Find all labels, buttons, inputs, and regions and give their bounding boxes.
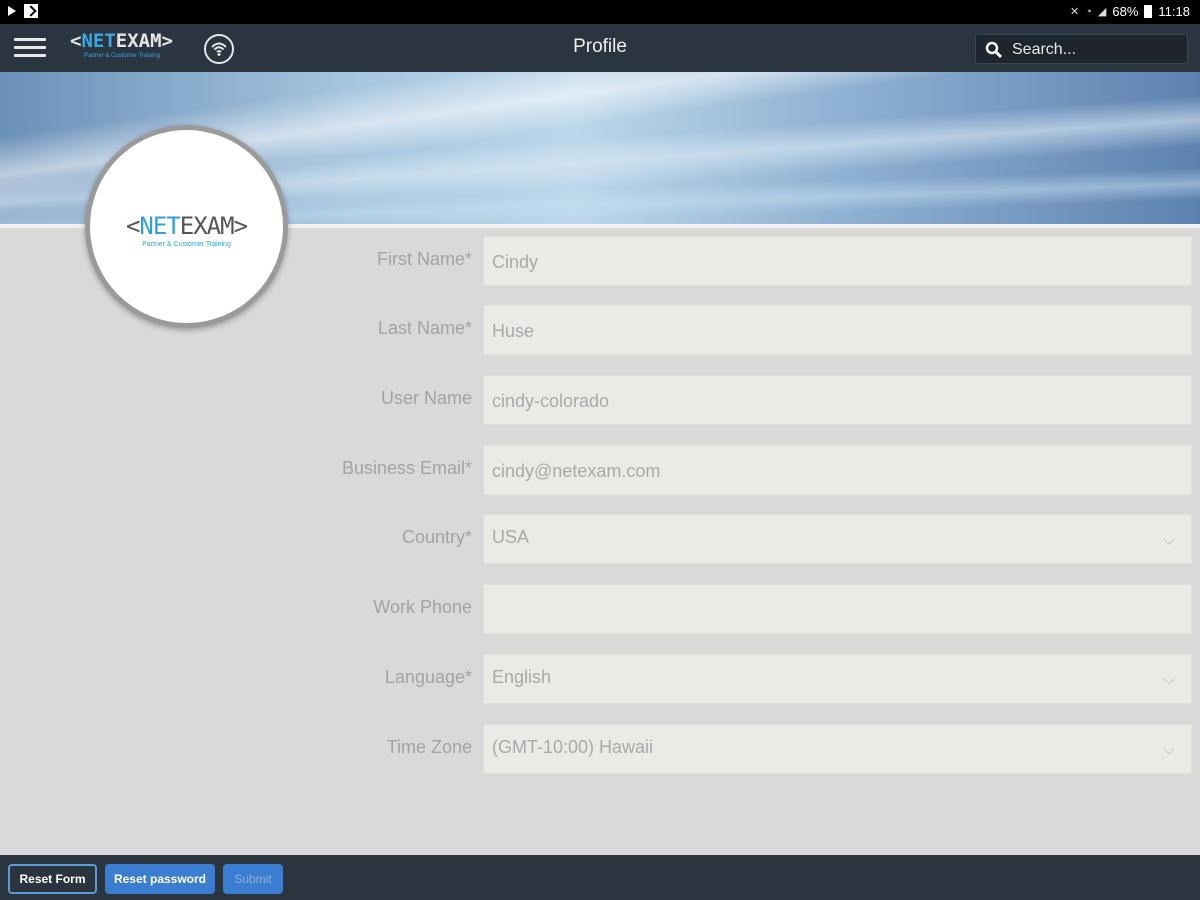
time-zone-select[interactable]: (GMT-10:00) Hawaii [483,724,1192,774]
first-name-row: First Name* [300,236,1192,286]
play-icon [8,6,16,16]
form-footer: Reset Form Reset password Submit [0,855,1200,900]
language-label: Language* [384,667,472,687]
avatar-net: NET [139,212,180,240]
clock: 11:18 [1158,4,1190,19]
brand-tagline: Partner & Customer Training [84,53,161,59]
wifi-signal-icon: ◔ [1085,5,1092,18]
first-name-label: First Name* [376,249,472,269]
menu-icon[interactable] [14,34,46,62]
work-phone-label: Work Phone [373,597,472,617]
last-name-label: Last Name* [377,318,472,338]
first-name-field[interactable] [492,249,1172,275]
app-header: <NETEXAM> Partner & Customer Training Pr… [0,24,1200,72]
language-select[interactable]: English [483,654,1192,704]
business-email-label: Business Email* [341,458,472,478]
reset-password-button[interactable]: Reset password [105,864,215,894]
battery-icon [1144,5,1153,18]
language-row: Language* English [300,654,1192,704]
brand-exam: EXAM [115,30,162,52]
language-value: English [492,667,552,687]
country-value: USA [492,527,530,547]
search-icon [985,41,1003,59]
submit-button[interactable]: Submit [223,864,283,894]
brand-logo[interactable]: <NETEXAM> Partner & Customer Training [70,30,200,66]
avatar-tagline: Partner & Customer Training [142,241,231,248]
brand-net: NET [81,30,116,52]
work-phone-field[interactable] [492,597,1172,623]
avatar-exam: EXAM [179,212,235,240]
business-email-field[interactable] [492,458,1172,484]
country-label: Country* [401,527,472,547]
brand-bracket-left: < [70,30,82,52]
brand-bracket-right: > [161,30,173,52]
image-notification-icon [24,4,38,18]
wifi-icon[interactable] [204,34,234,64]
time-zone-row: Time Zone (GMT-10:00) Hawaii [300,724,1192,774]
cell-signal-icon: ◢ [1097,6,1107,18]
country-row: Country* USA [300,514,1192,564]
time-zone-value: (GMT-10:00) Hawaii [492,737,654,757]
reset-form-button[interactable]: Reset Form [8,864,97,894]
last-name-field[interactable] [492,318,1172,344]
search-box[interactable] [975,34,1188,64]
time-zone-label: Time Zone [386,737,472,757]
work-phone-row: Work Phone [300,584,1192,634]
country-select[interactable]: USA [483,514,1192,564]
user-name-field[interactable] [492,388,1172,414]
user-name-label: User Name [380,388,472,408]
user-name-row: User Name [300,375,1192,425]
status-bar: ✕ ◔ ◢ 68% 11:18 [0,0,1200,24]
profile-avatar[interactable]: <NETEXAM> Partner & Customer Training [85,125,288,328]
avatar-bracket-right: > [233,212,248,240]
mute-icon: ✕ [1070,6,1080,18]
search-input[interactable] [1012,39,1182,61]
last-name-row: Last Name* [300,305,1192,355]
business-email-row: Business Email* [300,445,1192,495]
battery-percent: 68% [1112,4,1139,19]
avatar-bracket-left: < [125,212,140,240]
